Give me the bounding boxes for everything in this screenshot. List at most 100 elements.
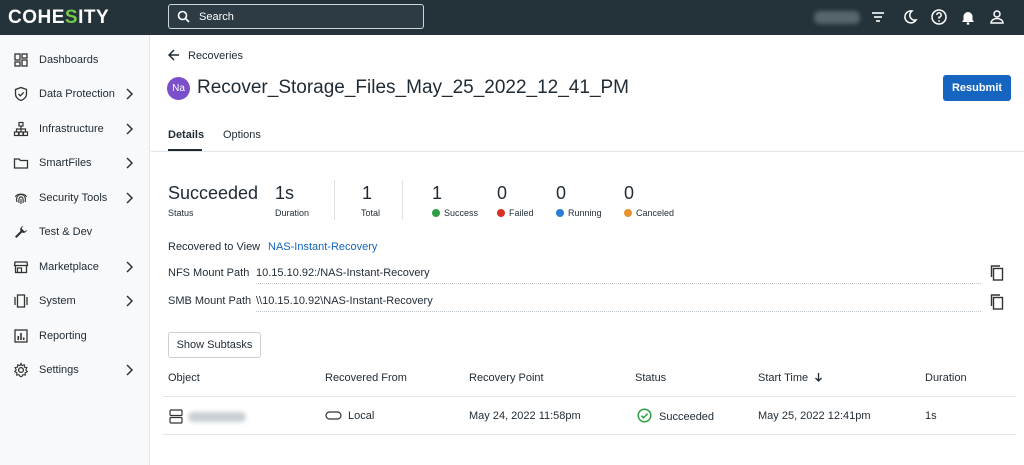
duration-cell: 1s [925,410,937,422]
divider [163,434,1016,435]
store-icon [13,261,29,274]
divider [256,311,981,312]
sidebar-item-dashboards[interactable]: Dashboards [0,47,150,75]
server-icon [169,409,183,424]
sidebar-item-security-tools[interactable]: Security Tools [0,185,150,213]
recovered-view-link[interactable]: NAS-Instant-Recovery [268,241,377,253]
chevron-right-icon [126,192,134,204]
sort-down-icon [815,373,823,382]
cohesity-logo[interactable]: COHESITY [8,7,109,29]
running-value: 0 [556,183,567,203]
sidebar-item-test-dev[interactable]: Test & Dev [0,219,150,247]
sidebar: Dashboards Data Protection Infrastructur… [0,35,150,465]
column-header-object[interactable]: Object [168,372,200,384]
tab-details[interactable]: Details [168,129,204,141]
divider [256,283,981,284]
wrench-icon [15,226,27,238]
sidebar-item-reporting[interactable]: Reporting [0,323,150,351]
total-label: Total [361,208,381,218]
sidebar-item-label: SmartFiles [39,157,92,169]
column-header-recovery-point[interactable]: Recovery Point [469,372,544,384]
column-header-status[interactable]: Status [635,372,666,384]
sidebar-item-label: System [39,295,76,307]
canceled-value: 0 [624,183,635,203]
sidebar-item-smartfiles[interactable]: SmartFiles [0,150,150,178]
status-cell: Succeeded [637,408,714,423]
sidebar-item-label: Test & Dev [39,226,93,238]
tab-options[interactable]: Options [223,129,261,141]
column-header-start-time[interactable]: Start Time [758,372,823,384]
chevron-right-icon [126,364,134,376]
column-header-duration[interactable]: Duration [925,372,967,384]
page-title: Recover_Storage_Files_May_25_2022_12_41_… [197,77,630,98]
check-circle-icon [637,408,652,423]
recovered-from-cell: Local [325,410,374,422]
bell-icon[interactable] [959,8,977,26]
top-bar: COHESITY Search [0,0,1024,35]
moon-icon[interactable] [901,8,919,26]
user-icon[interactable] [988,8,1006,26]
fingerprint-icon [14,193,28,204]
sidebar-item-label: Dashboards [39,54,99,66]
chevron-right-icon [126,157,134,169]
resubmit-button[interactable]: Resubmit [943,75,1011,101]
hierarchy-icon [13,121,29,137]
report-icon [14,329,28,343]
local-storage-icon [325,411,342,420]
canceled-count-label: Canceled [624,208,674,218]
nfs-mount-path-label: NFS Mount Path [168,267,250,279]
gear-icon [13,362,29,378]
canceled-dot [624,209,632,217]
folder-icon [13,158,29,169]
sidebar-item-label: Settings [39,364,79,376]
sidebar-item-label: Data Protection [39,88,115,100]
running-dot [556,209,564,217]
smb-mount-path-value: \\10.15.10.92\NAS-Instant-Recovery [256,295,433,307]
column-header-recovered-from[interactable]: Recovered From [325,372,407,384]
sidebar-item-marketplace[interactable]: Marketplace [0,254,150,282]
sidebar-item-infrastructure[interactable]: Infrastructure [0,116,150,144]
search-input[interactable]: Search [168,4,424,29]
recovery-point-cell: May 24, 2022 11:58pm [469,410,581,422]
chevron-right-icon [126,295,134,307]
failed-dot [497,209,505,217]
chevron-right-icon [126,123,134,135]
divider [334,180,335,220]
status-label: Status [168,208,194,218]
show-subtasks-button[interactable]: Show Subtasks [168,332,261,358]
sidebar-item-label: Infrastructure [39,123,104,135]
arrow-left-icon[interactable] [168,49,180,61]
avatar: Na [167,77,190,100]
system-icon [14,294,28,308]
recovered-to-view-label: Recovered to View [168,241,261,253]
nfs-mount-path-value: 10.15.10.92:/NAS-Instant-Recovery [256,267,430,279]
sidebar-item-label: Security Tools [39,192,108,204]
failed-value: 0 [497,183,508,203]
search-placeholder: Search [199,11,234,23]
smb-mount-path-label: SMB Mount Path [168,295,252,307]
divider [163,396,1016,397]
breadcrumb-recoveries[interactable]: Recoveries [188,50,243,62]
chevron-right-icon [126,88,134,100]
sidebar-item-system[interactable]: System [0,288,150,316]
help-icon[interactable] [930,8,948,26]
search-icon [177,10,190,23]
sidebar-item-label: Reporting [39,330,87,342]
sidebar-item-data-protection[interactable]: Data Protection [0,81,150,109]
divider [402,180,403,220]
total-value: 1 [362,183,373,203]
user-name [814,11,860,24]
start-time-cell: May 25, 2022 12:41pm [758,410,871,422]
shield-icon [14,86,28,102]
filter-icon[interactable] [869,8,887,26]
dashboard-icon [14,53,28,67]
sidebar-item-label: Marketplace [39,261,99,273]
divider [151,151,1024,152]
success-count-label: Success [432,208,478,218]
sidebar-item-settings[interactable]: Settings [0,357,150,385]
copy-icon[interactable] [989,264,1005,282]
success-dot [432,209,440,217]
copy-icon[interactable] [989,293,1005,311]
main-content: Recoveries Na Recover_Storage_Files_May_… [151,35,1024,465]
duration-label: Duration [275,208,310,218]
